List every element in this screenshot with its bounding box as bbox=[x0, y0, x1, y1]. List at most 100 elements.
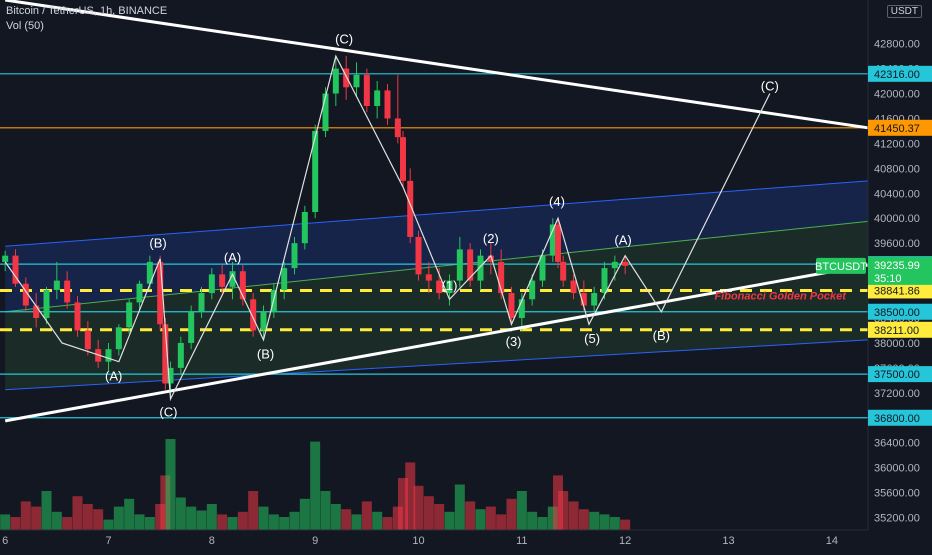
price-tick-label: 42000.00 bbox=[874, 89, 920, 101]
candle-body[interactable] bbox=[115, 327, 122, 350]
volume-bar bbox=[10, 517, 21, 530]
volume-bar bbox=[82, 504, 93, 530]
volume-bar bbox=[599, 514, 610, 530]
candle-body[interactable] bbox=[301, 212, 308, 244]
fib-annotation-text: Fibonacci Golden Pocket bbox=[714, 290, 847, 302]
candle-body[interactable] bbox=[560, 261, 567, 281]
price-tick-label: 42800.00 bbox=[874, 39, 920, 51]
candle-body[interactable] bbox=[555, 224, 561, 262]
candle-body[interactable] bbox=[400, 137, 406, 181]
volume-bar bbox=[227, 517, 238, 530]
candle-body[interactable] bbox=[136, 283, 143, 303]
candle-body[interactable] bbox=[281, 268, 288, 290]
volume-bar bbox=[361, 501, 372, 530]
volume-bar bbox=[31, 506, 42, 530]
volume-bar bbox=[217, 514, 228, 530]
volume-bar bbox=[186, 506, 197, 530]
volume-bar bbox=[124, 498, 135, 530]
volume-bar bbox=[413, 485, 424, 530]
candle-body[interactable] bbox=[64, 280, 71, 303]
volume-indicator-label[interactable]: Vol (50) bbox=[6, 19, 167, 34]
candle-body[interactable] bbox=[33, 305, 40, 318]
volume-bar bbox=[578, 509, 589, 530]
wave-label: (B) bbox=[257, 347, 274, 362]
price-tick-label: 35200.00 bbox=[874, 513, 920, 525]
candle-body[interactable] bbox=[456, 249, 463, 281]
candle-body[interactable] bbox=[425, 274, 432, 281]
time-tick-label: 11 bbox=[516, 535, 527, 547]
volume-bar bbox=[444, 511, 455, 530]
chart-area[interactable]: (A) (B) (C) (A) (B) (C) (1) (2) (3) (4) (5) (A) (B) (… bbox=[0, 0, 932, 550]
price-tick-label: 38000.00 bbox=[874, 338, 920, 350]
candle-body[interactable] bbox=[322, 93, 329, 131]
volume-bar bbox=[258, 506, 269, 530]
candle-body[interactable] bbox=[84, 330, 91, 350]
volume-bar bbox=[144, 517, 155, 530]
candle-body[interactable] bbox=[591, 293, 598, 306]
candle-body[interactable] bbox=[177, 342, 184, 368]
price-tick-label: 37200.00 bbox=[874, 388, 920, 400]
last-price-label: 39235.99 bbox=[874, 260, 920, 272]
level-price-label: 41450.37 bbox=[874, 123, 920, 135]
candle-body[interactable] bbox=[622, 261, 629, 266]
volume-bar bbox=[175, 497, 186, 530]
candle-body[interactable] bbox=[415, 236, 422, 275]
candle-body[interactable] bbox=[611, 261, 618, 269]
candle-body[interactable] bbox=[384, 90, 391, 119]
candle-body[interactable] bbox=[208, 274, 215, 294]
candle-body[interactable] bbox=[53, 280, 60, 290]
time-tick-label: 10 bbox=[412, 535, 424, 547]
time-tick-label: 13 bbox=[722, 535, 734, 547]
candle-body[interactable] bbox=[74, 302, 81, 331]
countdown-label: 35:10 bbox=[874, 273, 902, 285]
volume-bar bbox=[268, 514, 279, 530]
candle-body[interactable] bbox=[126, 302, 133, 328]
volume-bar bbox=[351, 514, 362, 530]
time-tick-label: 8 bbox=[209, 535, 215, 547]
volume-bar bbox=[527, 511, 538, 530]
candle-body[interactable] bbox=[260, 311, 267, 331]
time-tick-label: 7 bbox=[105, 535, 111, 547]
wave-label: (5) bbox=[584, 331, 600, 346]
volume-bar bbox=[454, 484, 465, 530]
volume-bar bbox=[310, 441, 321, 530]
volume-bar bbox=[103, 519, 114, 530]
volume-bar bbox=[299, 498, 310, 530]
candle-body[interactable] bbox=[291, 243, 298, 269]
candle-body[interactable] bbox=[601, 268, 608, 294]
candle-body[interactable] bbox=[570, 280, 577, 294]
candle-body[interactable] bbox=[198, 293, 205, 312]
volume-bar bbox=[589, 511, 600, 530]
volume-bar bbox=[196, 510, 207, 530]
candle-body[interactable] bbox=[332, 68, 339, 94]
currency-button[interactable]: USDT bbox=[886, 5, 922, 18]
volume-bar bbox=[568, 501, 579, 530]
wave-label: (C) bbox=[335, 32, 353, 47]
wave-label: (A) bbox=[105, 368, 122, 383]
level-price-label: 38500.00 bbox=[874, 307, 920, 319]
volume-bar bbox=[434, 504, 445, 530]
volume-bar bbox=[51, 511, 62, 530]
wave-label: (4) bbox=[549, 194, 565, 209]
candle-body[interactable] bbox=[188, 311, 195, 343]
price-tick-label: 35600.00 bbox=[874, 488, 920, 500]
volume-bar bbox=[248, 491, 259, 530]
candle-body[interactable] bbox=[508, 293, 515, 318]
candle-body[interactable] bbox=[394, 118, 401, 138]
volume-bar bbox=[516, 491, 527, 530]
volume-bar bbox=[609, 517, 620, 530]
volume-bar bbox=[72, 496, 83, 530]
symbol-title[interactable]: Bitcoin / TetherUS, 1h, BINANCE bbox=[6, 4, 167, 19]
volume-bar bbox=[134, 514, 145, 530]
volume-bar bbox=[93, 509, 104, 530]
candle-body[interactable] bbox=[363, 74, 370, 106]
chart-svg[interactable]: (A) (B) (C) (A) (B) (C) (1) (2) (3) (4) (5) (A) (B) (… bbox=[0, 0, 932, 550]
candle-body[interactable] bbox=[2, 255, 9, 262]
candle-body[interactable] bbox=[353, 74, 360, 88]
time-tick-label: 14 bbox=[826, 535, 838, 547]
candle-body[interactable] bbox=[219, 274, 226, 287]
candle-body[interactable] bbox=[43, 289, 50, 318]
candle-body[interactable] bbox=[105, 349, 112, 362]
volume-bar bbox=[41, 491, 52, 530]
candle-body[interactable] bbox=[374, 90, 381, 106]
